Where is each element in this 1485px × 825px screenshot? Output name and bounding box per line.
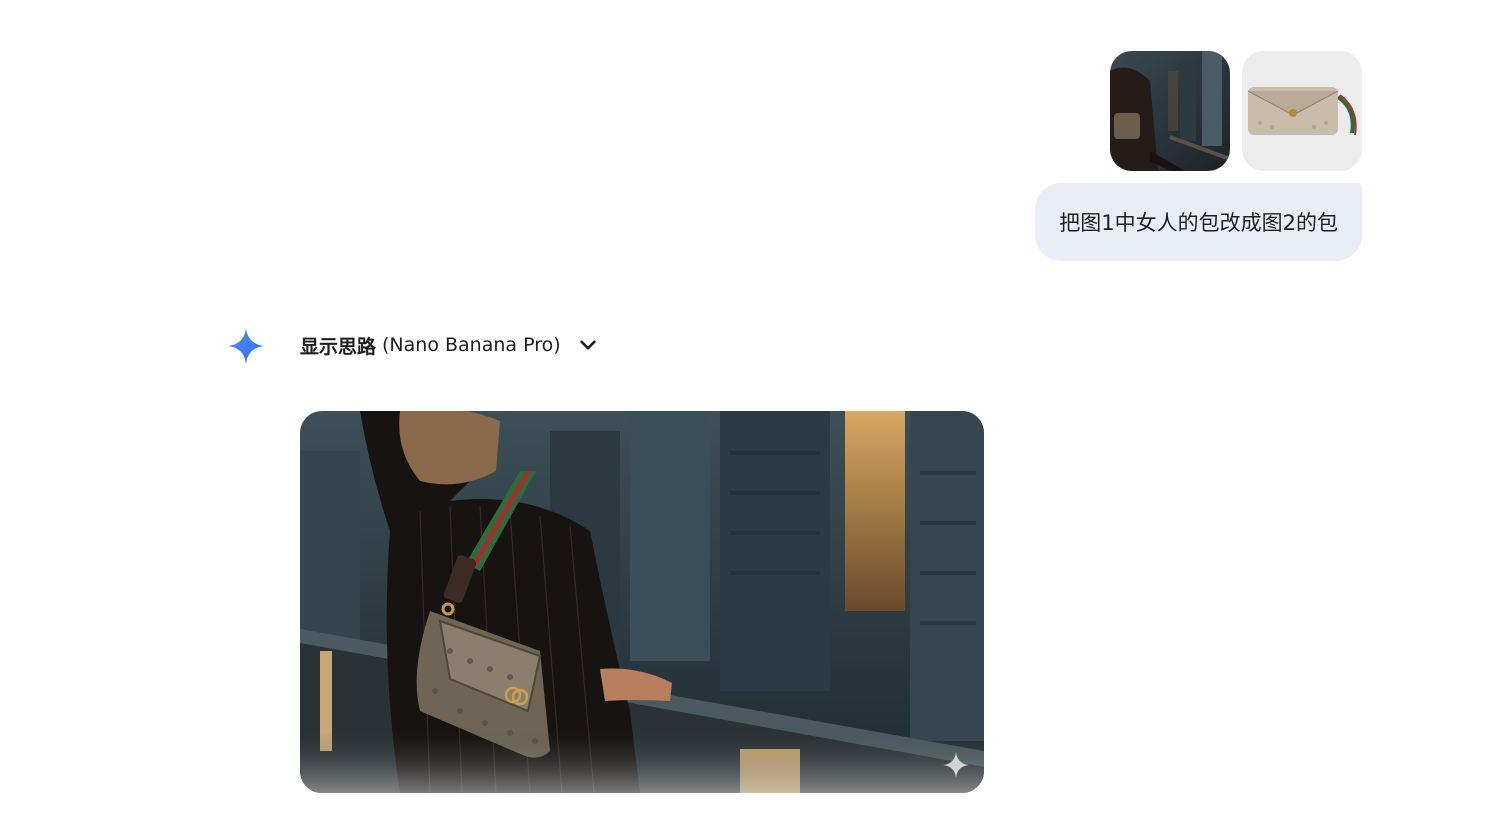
user-message-text: 把图1中女人的包改成图2的包 bbox=[1059, 211, 1338, 235]
generated-scene-image bbox=[300, 411, 984, 793]
generated-image[interactable] bbox=[300, 411, 984, 793]
show-thoughts-label: 显示思路 bbox=[300, 335, 377, 358]
user-message-bubble: 把图1中女人的包改成图2的包 bbox=[1035, 183, 1362, 261]
show-thoughts-toggle[interactable]: 显示思路 (Nano Banana Pro) bbox=[300, 328, 599, 362]
gemini-spark-icon bbox=[228, 328, 264, 364]
attachment-thumbnail-woman[interactable] bbox=[1110, 51, 1230, 171]
chevron-down-icon bbox=[579, 340, 596, 350]
chat-page: 把图1中女人的包改成图2的包 显示思路 (Nano Banana Pro) bbox=[0, 0, 1485, 825]
attachment-thumbnail-bag[interactable] bbox=[1242, 51, 1362, 171]
sparkle-icon bbox=[943, 752, 969, 778]
woman-photo-image bbox=[1110, 51, 1230, 171]
bag-photo-image bbox=[1242, 51, 1362, 171]
model-name-label: (Nano Banana Pro) bbox=[382, 334, 561, 356]
